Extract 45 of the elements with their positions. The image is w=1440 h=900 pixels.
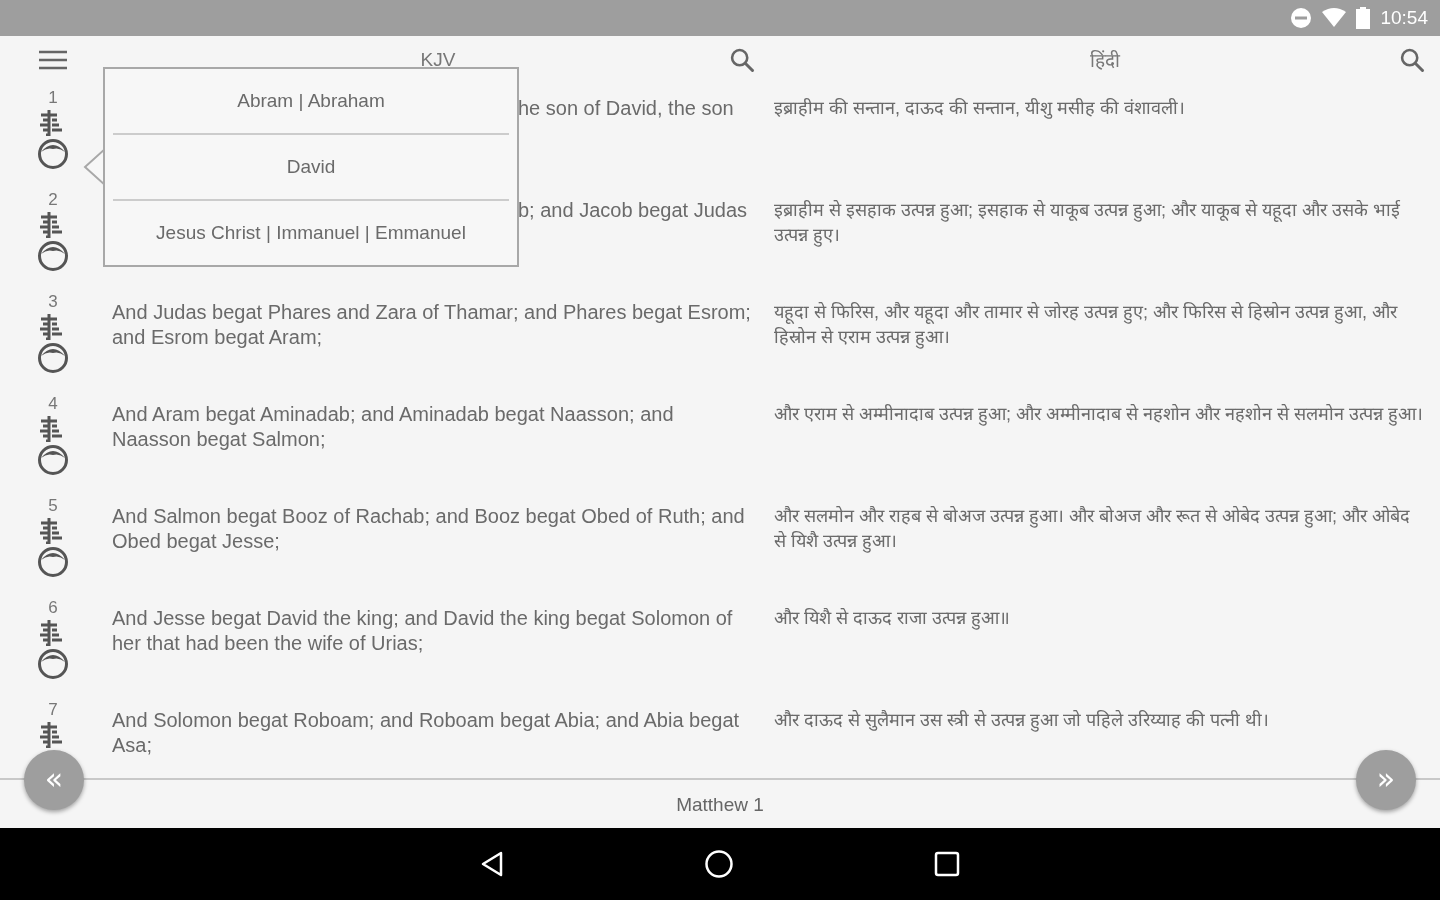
person-icon[interactable] bbox=[37, 444, 69, 476]
verse-number: 5 bbox=[48, 496, 58, 516]
column-title: KJV bbox=[420, 49, 456, 71]
popup-item[interactable]: David bbox=[113, 135, 509, 199]
verse-text: And Judas begat Phares and Zara of Thamar; and Phares begat Esrom; and Esrom begat Aram; bbox=[112, 300, 752, 350]
search-icon[interactable] bbox=[728, 46, 756, 74]
do-not-disturb-icon bbox=[1290, 7, 1313, 29]
verse-number: 7 bbox=[48, 700, 58, 720]
column-title: हिंदी bbox=[1090, 49, 1120, 73]
home-icon[interactable] bbox=[704, 849, 734, 879]
verse-text: इब्राहीम की सन्तान, दाऊद की सन्तान, यीशु मसीह की वंशावली। bbox=[773, 97, 1186, 121]
chapter-label: Matthew 1 bbox=[676, 794, 764, 816]
search-icon[interactable] bbox=[1398, 46, 1426, 74]
popup-item[interactable]: Abram | Abraham bbox=[113, 69, 509, 133]
previous-button[interactable]: « bbox=[24, 750, 84, 810]
verse-text: और एराम से अम्मीनादाब उत्पन्न हुआ; और अम्मीनादाब से नहशोन और नहशोन से सलमोन उत्पन्न हुआ। bbox=[773, 403, 1424, 428]
battery-icon bbox=[1356, 7, 1371, 29]
menu-icon[interactable] bbox=[39, 49, 67, 71]
back-icon[interactable] bbox=[480, 851, 504, 877]
verse-text: और यिशै से दाऊद राजा उत्पन्न हुआ॥ bbox=[773, 607, 1011, 632]
verse-text: और दाऊद से सुलैमान उस स्त्री से उत्पन्न हुआ जो पहिले उरिय्याह की पत्नी थी। bbox=[773, 709, 1270, 734]
verse-text: And Salmon begat Booz of Rachab; and Booz begat Obed of Ruth; and Obed begat Jesse; bbox=[112, 504, 746, 554]
person-icon[interactable] bbox=[37, 240, 69, 272]
verse-text: And Solomon begat Roboam; and Roboam begat Abia; and Abia begat Asa; bbox=[112, 708, 741, 758]
verse-text: And Jesse begat David the king; and David the king begat Solomon of her that had been the wife of Urias; bbox=[112, 606, 734, 656]
verse-number: 6 bbox=[48, 598, 58, 618]
person-icon[interactable] bbox=[37, 342, 69, 374]
verse-number: 4 bbox=[48, 394, 58, 414]
verse-text: And Aram begat Aminadab; and Aminadab begat Naasson; and Naasson begat Salmon; bbox=[112, 402, 675, 452]
next-button[interactable]: » bbox=[1356, 750, 1416, 810]
verse-text: यहूदा से फिरिस, और यहूदा और तामार से जोरह उत्पन्न हुए; और फिरिस से हिस्रोन उत्पन्न हुआ, और हिस्रोन से एराम उत्पन्न हुआ। bbox=[773, 301, 1399, 351]
verse-text: इब्राहीम से इसहाक उत्पन्न हुआ; इसहाक से याकूब उत्पन्न हुआ; और याकूब से यहूदा और उसके भाई उत्पन्न हुए। bbox=[773, 199, 1402, 249]
verse-text: और सलमोन और राहब से बोअज उत्पन्न हुआ। और बोअज और रूत से ओबेद उत्पन्न हुआ; और ओबेद से यिशै उत्पन्न हुआ। bbox=[773, 505, 1412, 555]
person-icon[interactable] bbox=[37, 138, 69, 170]
recents-icon[interactable] bbox=[934, 851, 960, 877]
verse-text: b; and Jacob begat Judas bbox=[518, 198, 748, 223]
verse-number: 2 bbox=[48, 190, 58, 210]
wifi-icon bbox=[1322, 8, 1347, 28]
person-icon[interactable] bbox=[37, 546, 69, 578]
person-icon[interactable] bbox=[37, 648, 69, 680]
clock-time: 10:54 bbox=[1380, 7, 1428, 29]
verse-text: he son of David, the son bbox=[518, 96, 734, 121]
popup-item[interactable]: Jesus Christ | Immanuel | Emmanuel bbox=[113, 201, 509, 265]
verse-number: 1 bbox=[48, 88, 58, 108]
verse-number: 3 bbox=[48, 292, 58, 312]
